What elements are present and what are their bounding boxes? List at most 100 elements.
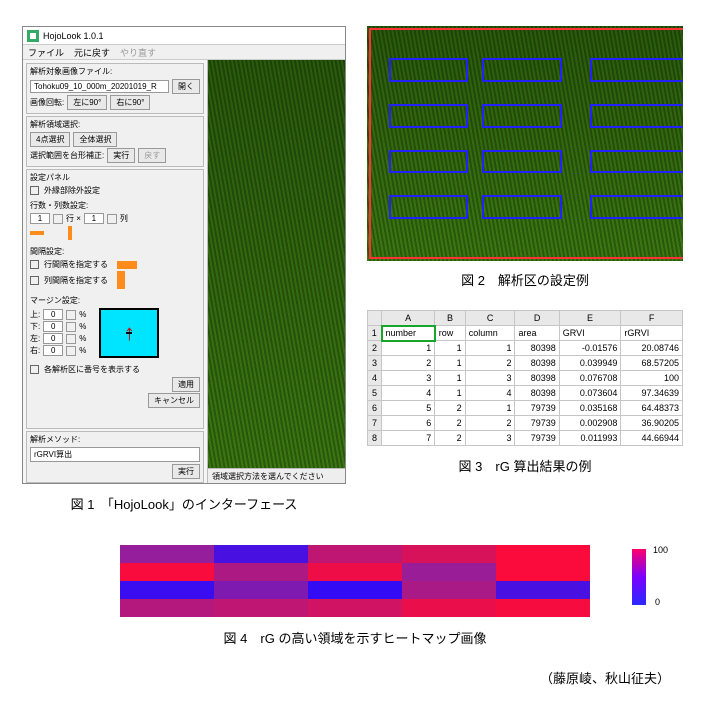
- right-spinner[interactable]: [66, 346, 76, 356]
- rowgap-checkbox[interactable]: [30, 260, 39, 269]
- data-cell[interactable]: 1: [465, 401, 515, 416]
- data-cell[interactable]: 79739: [515, 416, 559, 431]
- col-header[interactable]: D: [515, 311, 559, 326]
- data-cell[interactable]: 36.90205: [621, 416, 683, 431]
- row-header[interactable]: 3: [368, 356, 382, 371]
- data-cell[interactable]: 79739: [515, 401, 559, 416]
- data-cell[interactable]: 1: [435, 386, 465, 401]
- trapezoid-back-button[interactable]: 戻す: [138, 148, 166, 163]
- heat-cell: [402, 563, 496, 581]
- data-cell[interactable]: 44.66944: [621, 431, 683, 446]
- outlier-checkbox[interactable]: [30, 186, 39, 195]
- colgap-checkbox[interactable]: [30, 276, 39, 285]
- right-input[interactable]: 0: [43, 345, 63, 356]
- row-swatch-icon: [30, 231, 44, 235]
- header-cell[interactable]: row: [435, 326, 465, 341]
- rotate-right-button[interactable]: 右に90°: [110, 95, 150, 110]
- data-cell[interactable]: 1: [435, 356, 465, 371]
- rotate-left-button[interactable]: 左に90°: [67, 95, 107, 110]
- col-header[interactable]: B: [435, 311, 465, 326]
- header-cell[interactable]: number: [382, 326, 435, 341]
- image-viewport[interactable]: 領域選択方法を選んでください: [208, 60, 345, 483]
- data-cell[interactable]: 2: [465, 356, 515, 371]
- row-header[interactable]: 7: [368, 416, 382, 431]
- col-header[interactable]: E: [559, 311, 621, 326]
- corner-cell[interactable]: [368, 311, 382, 326]
- data-cell[interactable]: 1: [435, 341, 465, 356]
- col-header[interactable]: C: [465, 311, 515, 326]
- cols-input[interactable]: 1: [84, 213, 104, 224]
- data-cell[interactable]: 20.08746: [621, 341, 683, 356]
- data-cell[interactable]: 97.34639: [621, 386, 683, 401]
- top-input[interactable]: 0: [43, 309, 63, 320]
- data-cell[interactable]: 2: [435, 401, 465, 416]
- data-cell[interactable]: 79739: [515, 431, 559, 446]
- data-cell[interactable]: 2: [435, 416, 465, 431]
- data-cell[interactable]: 4: [382, 386, 435, 401]
- data-cell[interactable]: -0.01576: [559, 341, 621, 356]
- bottom-spinner[interactable]: [66, 322, 76, 332]
- data-cell[interactable]: 0.002908: [559, 416, 621, 431]
- data-cell[interactable]: 2: [382, 356, 435, 371]
- data-cell[interactable]: 68.57205: [621, 356, 683, 371]
- data-cell[interactable]: 3: [465, 431, 515, 446]
- col-header[interactable]: F: [621, 311, 683, 326]
- statusbar: 領域選択方法を選んでください: [208, 468, 345, 483]
- open-button[interactable]: 開く: [172, 79, 200, 94]
- four-corner-button[interactable]: 4点選択: [30, 132, 70, 147]
- data-cell[interactable]: 80398: [515, 371, 559, 386]
- data-cell[interactable]: 0.073604: [559, 386, 621, 401]
- left-input[interactable]: 0: [43, 333, 63, 344]
- method-select[interactable]: rGRVI算出: [30, 447, 200, 462]
- data-cell[interactable]: 80398: [515, 356, 559, 371]
- cancel-button[interactable]: キャンセル: [148, 393, 200, 408]
- heat-cell: [120, 599, 214, 617]
- header-cell[interactable]: area: [515, 326, 559, 341]
- data-cell[interactable]: 0.039949: [559, 356, 621, 371]
- data-cell[interactable]: 1: [382, 341, 435, 356]
- header-cell[interactable]: GRVI: [559, 326, 621, 341]
- col-header[interactable]: A: [382, 311, 435, 326]
- menu-redo[interactable]: やり直す: [120, 46, 156, 59]
- data-cell[interactable]: 4: [465, 386, 515, 401]
- filename-field[interactable]: Tohoku09_10_000m_20201019_R: [30, 80, 169, 93]
- data-cell[interactable]: 0.011993: [559, 431, 621, 446]
- data-cell[interactable]: 100: [621, 371, 683, 386]
- menu-undo[interactable]: 元に戻す: [74, 46, 110, 59]
- top-spinner[interactable]: [66, 310, 76, 320]
- data-cell[interactable]: 6: [382, 416, 435, 431]
- menu-file[interactable]: ファイル: [28, 46, 64, 59]
- data-cell[interactable]: 7: [382, 431, 435, 446]
- row-header[interactable]: 2: [368, 341, 382, 356]
- data-cell[interactable]: 0.035168: [559, 401, 621, 416]
- select-all-button[interactable]: 全体選択: [73, 132, 117, 147]
- data-cell[interactable]: 2: [465, 416, 515, 431]
- data-cell[interactable]: 1: [435, 371, 465, 386]
- data-cell[interactable]: 3: [382, 371, 435, 386]
- right-pct: %: [79, 346, 86, 355]
- header-cell[interactable]: column: [465, 326, 515, 341]
- header-cell[interactable]: rGRVI: [621, 326, 683, 341]
- row-header[interactable]: 1: [368, 326, 382, 341]
- data-cell[interactable]: 64.48373: [621, 401, 683, 416]
- row-header[interactable]: 8: [368, 431, 382, 446]
- data-cell[interactable]: 3: [465, 371, 515, 386]
- data-cell[interactable]: 80398: [515, 341, 559, 356]
- trapezoid-run-button[interactable]: 実行: [107, 148, 135, 163]
- rows-input[interactable]: 1: [30, 213, 50, 224]
- row-header[interactable]: 5: [368, 386, 382, 401]
- cols-spinner[interactable]: [107, 214, 117, 224]
- data-cell[interactable]: 5: [382, 401, 435, 416]
- show-numbers-checkbox[interactable]: [30, 365, 39, 374]
- rows-spinner[interactable]: [53, 214, 63, 224]
- apply-button[interactable]: 適用: [172, 377, 200, 392]
- method-run-button[interactable]: 実行: [172, 464, 200, 479]
- row-header[interactable]: 6: [368, 401, 382, 416]
- data-cell[interactable]: 2: [435, 431, 465, 446]
- data-cell[interactable]: 80398: [515, 386, 559, 401]
- left-spinner[interactable]: [66, 334, 76, 344]
- bottom-input[interactable]: 0: [43, 321, 63, 332]
- data-cell[interactable]: 0.076708: [559, 371, 621, 386]
- data-cell[interactable]: 1: [465, 341, 515, 356]
- row-header[interactable]: 4: [368, 371, 382, 386]
